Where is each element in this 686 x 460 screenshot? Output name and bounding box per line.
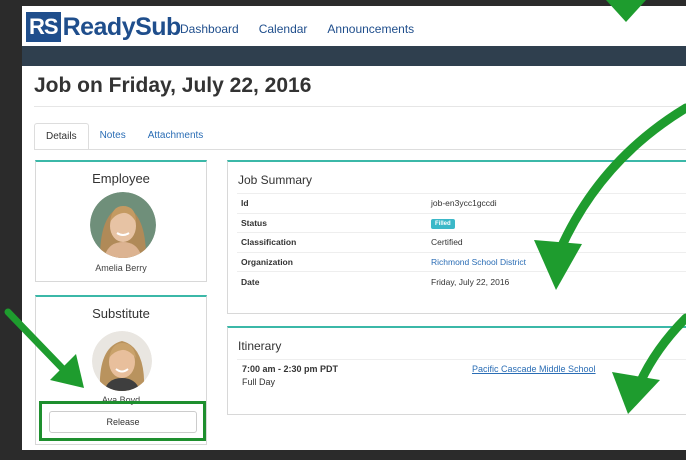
table-row: Organization Richmond School District xyxy=(237,251,686,272)
tab-attachments[interactable]: Attachments xyxy=(137,123,215,150)
release-highlight-box: Release xyxy=(39,401,206,441)
logo-badge: RS xyxy=(26,12,61,42)
tab-notes[interactable]: Notes xyxy=(89,123,137,150)
table-row: Status Filled xyxy=(237,212,686,233)
substitute-heading: Substitute xyxy=(92,306,150,321)
screenshot-frame-bottom xyxy=(0,450,686,460)
summary-key: Organization xyxy=(237,251,427,272)
readysub-logo[interactable]: RS ReadySub xyxy=(26,12,181,42)
tab-bar: Details Notes Attachments xyxy=(34,123,214,150)
itinerary-time: 7:00 am - 2:30 pm PDT xyxy=(242,364,339,374)
summary-key: Date xyxy=(237,271,427,291)
itinerary-title: Itinerary xyxy=(238,339,282,353)
summary-key: Status xyxy=(237,212,427,233)
logo-wordmark: ReadySub xyxy=(62,12,182,41)
substitute-card: Substitute Ava Boyd Release xyxy=(35,295,207,445)
summary-value-classification: Certified xyxy=(427,232,686,252)
substitute-avatar xyxy=(92,331,152,391)
itinerary-divider xyxy=(237,359,686,360)
table-row: Id job-en3ycc1gccdi xyxy=(237,193,686,213)
employee-avatar xyxy=(90,192,156,258)
screenshot-frame-left xyxy=(0,0,22,460)
page-title: Job on Friday, July 22, 2016 xyxy=(34,74,312,97)
itinerary-school-link[interactable]: Pacific Cascade Middle School xyxy=(472,364,596,374)
summary-value-id: job-en3ycc1gccdi xyxy=(427,193,686,213)
job-summary-title: Job Summary xyxy=(238,173,313,187)
tab-details[interactable]: Details xyxy=(34,123,89,150)
employee-name: Amelia Berry xyxy=(95,263,147,273)
top-navbar: RS ReadySub Dashboard Calendar Announcem… xyxy=(22,6,686,46)
release-button[interactable]: Release xyxy=(49,411,197,433)
table-row: Classification Certified xyxy=(237,232,686,252)
main-nav: Dashboard Calendar Announcements xyxy=(180,22,414,36)
summary-key: Classification xyxy=(237,232,427,252)
status-badge: Filled xyxy=(431,218,455,229)
summary-value-status: Filled xyxy=(427,212,686,233)
app-window: RS ReadySub Dashboard Calendar Announcem… xyxy=(22,6,686,450)
summary-key: Id xyxy=(237,193,427,213)
nav-calendar[interactable]: Calendar xyxy=(259,22,308,36)
summary-value-date: Friday, July 22, 2016 xyxy=(427,271,686,291)
tabs-divider xyxy=(34,149,686,150)
itinerary-panel: Itinerary 7:00 am - 2:30 pm PDT Full Day… xyxy=(227,326,686,415)
organization-link[interactable]: Richmond School District xyxy=(431,257,526,267)
nav-dashboard[interactable]: Dashboard xyxy=(180,22,239,36)
nav-announcements[interactable]: Announcements xyxy=(327,22,414,36)
job-summary-table: Id job-en3ycc1gccdi Status Filled Classi… xyxy=(237,193,686,291)
table-row: Date Friday, July 22, 2016 xyxy=(237,271,686,291)
title-divider xyxy=(34,106,686,107)
employee-heading: Employee xyxy=(92,171,150,186)
summary-value-organization: Richmond School District xyxy=(427,251,686,272)
employee-card: Employee Amelia Berry xyxy=(35,160,207,282)
job-summary-panel: Job Summary Id job-en3ycc1gccdi Status F… xyxy=(227,160,686,314)
header-stripe xyxy=(22,46,686,66)
itinerary-duration: Full Day xyxy=(242,377,276,387)
